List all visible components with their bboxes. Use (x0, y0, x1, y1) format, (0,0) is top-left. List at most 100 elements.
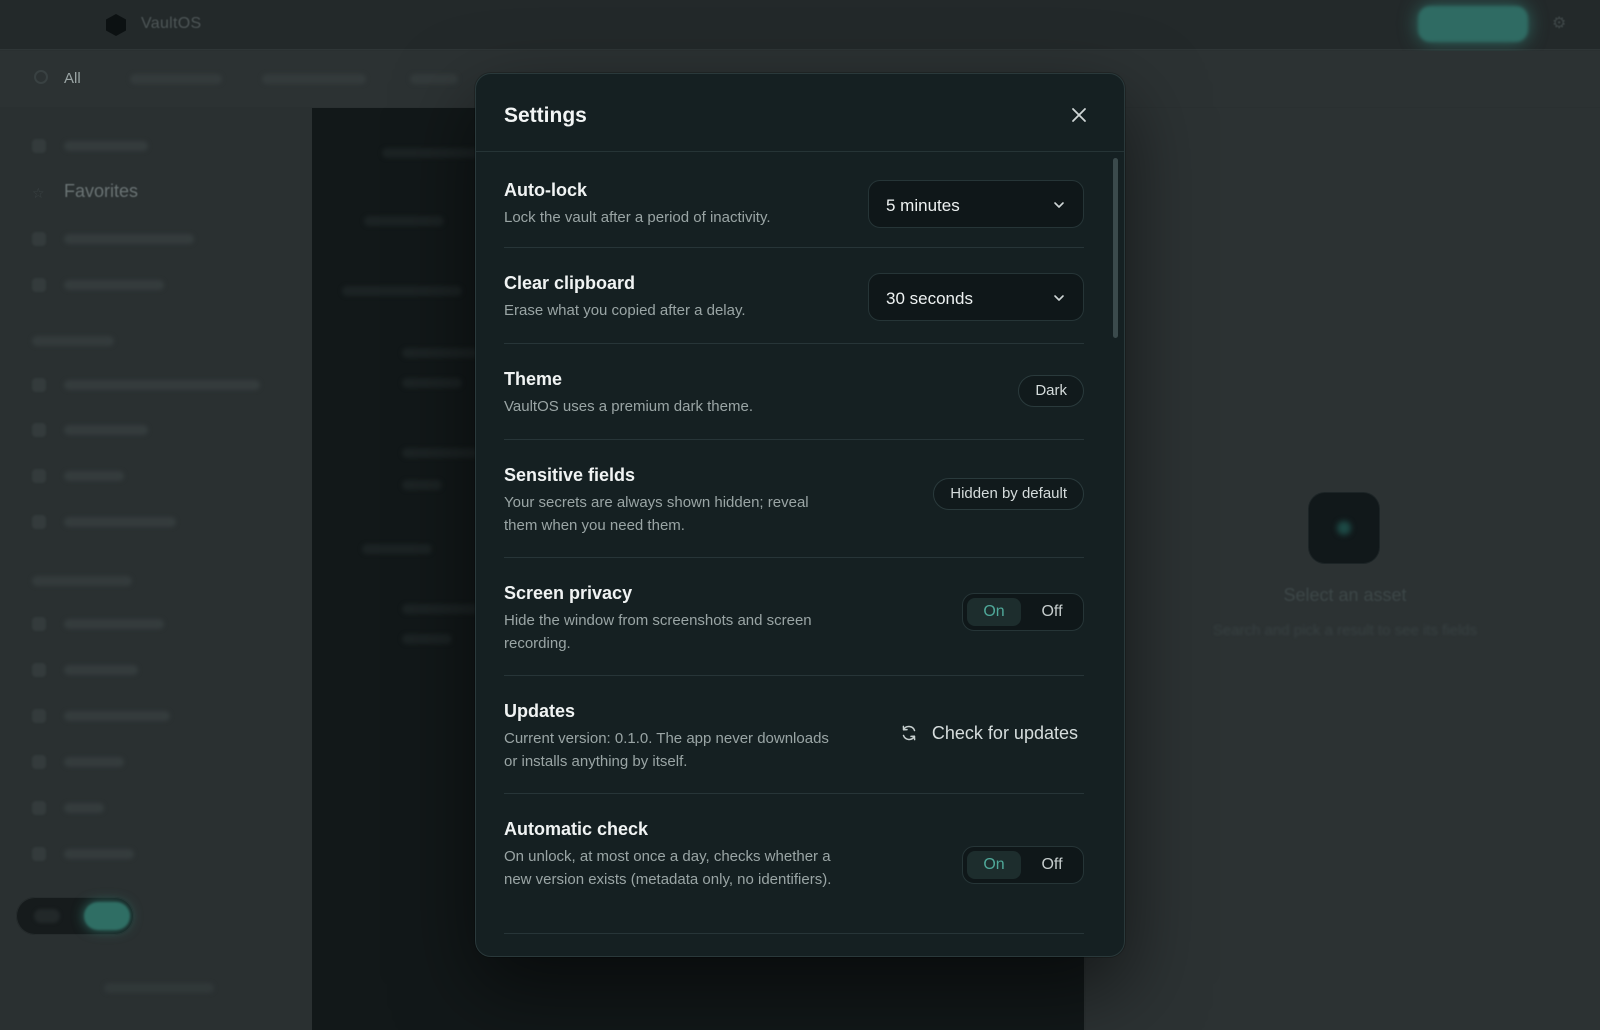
sidebar-item-label (64, 803, 104, 813)
setting-clear-clipboard: Clear clipboard Erase what you copied af… (504, 248, 1084, 344)
sidebar-item-label (64, 619, 164, 629)
sidebar-item-label (64, 711, 170, 721)
all-filter-icon (34, 70, 48, 84)
toggle-track-left (34, 909, 60, 923)
sidebar-item[interactable] (32, 466, 124, 486)
setting-description: Your secrets are always shown hidden; re… (504, 494, 809, 534)
sidebar-item-icon (32, 232, 46, 246)
sidebar-item[interactable] (32, 229, 194, 249)
detail-empty-subtitle: Search and pick a result to see its fiel… (1212, 622, 1478, 639)
sidebar-item[interactable] (32, 375, 260, 395)
refresh-icon (902, 725, 916, 741)
star-icon: ☆ (32, 185, 45, 201)
sidebar-item-icon (32, 139, 46, 153)
sidebar-item-label (64, 665, 138, 675)
toggle-on-option[interactable]: On (967, 851, 1021, 879)
setting-auto-lock: Auto-lock Lock the vault after a period … (504, 152, 1084, 248)
filter-tab[interactable] (130, 74, 222, 84)
sidebar-item-label (64, 234, 194, 244)
sidebar-item-icon (32, 423, 46, 437)
sidebar-item-label (64, 849, 134, 859)
chevron-down-icon (1054, 202, 1064, 208)
settings-scrollbar[interactable] (1113, 158, 1118, 338)
settings-dialog: Settings Auto-lock Lock the vault after … (475, 73, 1125, 957)
setting-title: Updates (504, 701, 576, 721)
check-for-updates-button[interactable]: Check for updates (899, 718, 1084, 748)
sidebar-item-icon (32, 278, 46, 292)
sidebar-item-label (64, 380, 260, 390)
list-item[interactable] (402, 480, 442, 490)
sidebar-item[interactable] (32, 614, 164, 634)
select-value: 30 seconds (886, 289, 973, 308)
setting-description: On unlock, at most once a day, checks wh… (504, 848, 832, 888)
sidebar-item-icon (32, 801, 46, 815)
list-item[interactable] (402, 634, 452, 644)
auto-lock-select[interactable]: 5 minutes (868, 180, 1084, 228)
setting-screen-privacy: Screen privacy Hide the window from scre… (504, 558, 1084, 676)
sidebar-item[interactable] (32, 420, 148, 440)
setting-title: Sensitive fields (504, 465, 636, 485)
check-for-updates-label: Check for updates (931, 722, 1078, 743)
theme-badge: Dark (1018, 375, 1084, 407)
settings-header: Settings (476, 74, 1124, 152)
list-item[interactable] (362, 544, 432, 554)
sidebar-section-heading (32, 336, 114, 346)
sidebar-item-label (64, 141, 148, 151)
sidebar-section-heading (32, 576, 132, 586)
toggle-knob (84, 902, 130, 930)
settings-title: Settings (504, 104, 587, 127)
vault-logo-icon (106, 14, 126, 36)
list-item[interactable] (364, 216, 444, 226)
sidebar-item[interactable] (32, 512, 176, 532)
setting-sensitive-fields: Sensitive fields Your secrets are always… (504, 440, 1084, 558)
sidebar-item-label (64, 280, 164, 290)
filter-all-tab[interactable]: All (64, 70, 81, 87)
detail-empty-title: Select an asset (1283, 585, 1407, 605)
chevron-down-icon (1054, 295, 1064, 301)
setting-description: Hide the window from screenshots and scr… (504, 612, 812, 652)
select-value: 5 minutes (886, 196, 960, 215)
screen-privacy-toggle: On Off (962, 593, 1084, 631)
list-item[interactable] (342, 286, 462, 296)
theme-toggle[interactable] (16, 897, 134, 935)
sidebar-item[interactable] (32, 798, 104, 818)
top-bar: VaultOS ⚙ (0, 0, 1600, 50)
setting-description: VaultOS uses a premium dark theme. (504, 398, 753, 415)
sidebar-item[interactable] (32, 706, 170, 726)
close-button[interactable] (1068, 104, 1090, 126)
sidebar-item-icon (32, 378, 46, 392)
setting-description: Lock the vault after a period of inactiv… (504, 209, 771, 226)
setting-description: Current version: 0.1.0. The app never do… (504, 730, 829, 770)
sidebar-item-icon (32, 469, 46, 483)
setting-updates: Updates Current version: 0.1.0. The app … (504, 676, 1084, 794)
sidebar-item-icon (32, 709, 46, 723)
filter-tab[interactable] (410, 74, 458, 84)
clear-clipboard-select[interactable]: 30 seconds (868, 273, 1084, 321)
gear-icon[interactable]: ⚙ (1552, 16, 1568, 32)
setting-title: Theme (504, 369, 563, 389)
sidebar-item-label (64, 517, 176, 527)
sidebar-item-icon (32, 755, 46, 769)
setting-title: Auto-lock (504, 180, 587, 200)
primary-action-button[interactable] (1418, 6, 1528, 42)
toggle-off-option[interactable]: Off (1025, 598, 1079, 626)
detail-pane (1086, 108, 1600, 1030)
toggle-off-option[interactable]: Off (1025, 851, 1079, 879)
setting-title: Automatic check (504, 819, 649, 839)
filter-tab[interactable] (262, 74, 366, 84)
setting-description: Erase what you copied after a delay. (504, 302, 746, 319)
sidebar-item-favorites[interactable]: Favorites (64, 181, 138, 202)
sensitive-fields-badge: Hidden by default (933, 478, 1084, 510)
toggle-on-option[interactable]: On (967, 598, 1021, 626)
sidebar-item-icon (32, 617, 46, 631)
sidebar-item[interactable] (32, 275, 164, 295)
list-item[interactable] (402, 378, 462, 388)
sidebar-item-icon (32, 663, 46, 677)
sidebar-item[interactable] (32, 844, 134, 864)
sidebar-item[interactable] (32, 660, 138, 680)
sidebar-item[interactable] (32, 752, 124, 772)
setting-title: Screen privacy (504, 583, 633, 603)
sidebar-item[interactable] (32, 136, 148, 156)
sidebar-footer-text (104, 983, 214, 993)
sidebar-item-icon (32, 515, 46, 529)
